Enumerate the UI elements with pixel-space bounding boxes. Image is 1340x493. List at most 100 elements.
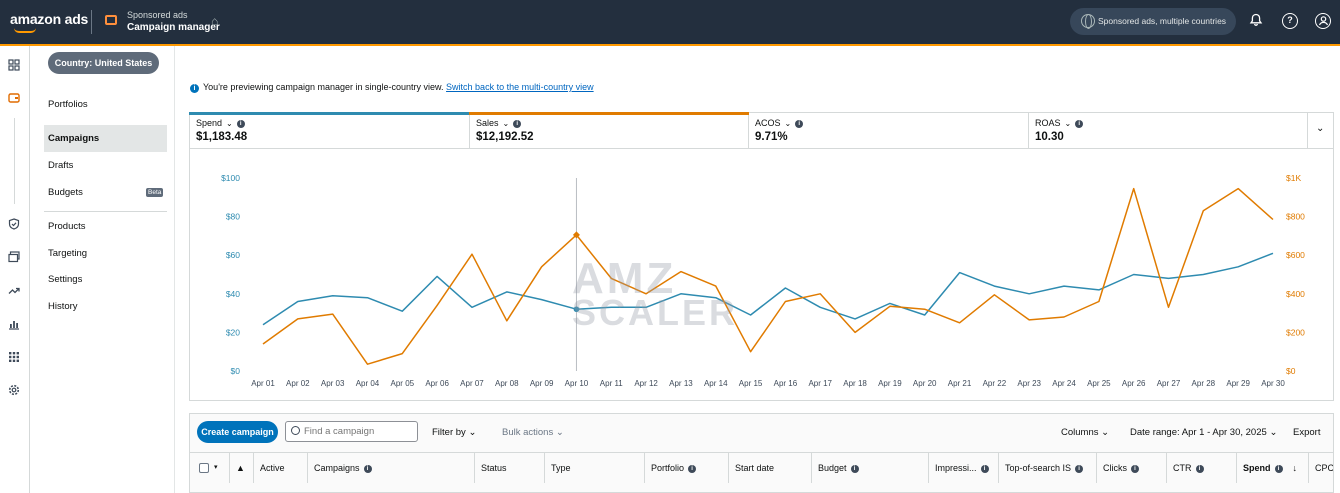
x-axis-tick-label: Apr 10 (565, 379, 589, 388)
x-axis-tick-label: Apr 13 (669, 379, 693, 388)
metric-value: $1,183.48 (196, 131, 248, 143)
header-label: CTR (1173, 463, 1192, 473)
metric-color-bar (189, 112, 470, 115)
warning-icon: ▲ (236, 463, 245, 473)
home-icon[interactable]: ⌂ (211, 14, 218, 28)
amazon-ads-logo[interactable]: amazon ads (10, 11, 88, 27)
chevron-down-icon[interactable]: ⌄ (503, 119, 510, 128)
settings-gear-icon[interactable] (7, 384, 21, 398)
bell-icon[interactable] (1248, 13, 1264, 29)
product-subtitle[interactable]: Campaign manager (127, 22, 220, 33)
x-axis-tick-label: Apr 30 (1261, 379, 1285, 388)
reports-icon[interactable] (7, 318, 21, 332)
right-axis-tick-label: $0 (1286, 366, 1296, 376)
header-ctr[interactable]: CTR i (1166, 453, 1236, 483)
preview-text: You're previewing campaign manager in si… (203, 82, 444, 92)
x-axis-tick-label: Apr 03 (321, 379, 345, 388)
metric-label: Sales (476, 118, 499, 128)
header-cpc[interactable]: CPC (1308, 453, 1333, 483)
header-top-of-search[interactable]: Top-of-search IS i (998, 453, 1096, 483)
right-axis-tick-label: $200 (1286, 327, 1305, 337)
trend-icon[interactable] (7, 284, 21, 298)
export-button[interactable]: Export (1293, 427, 1320, 438)
x-axis-tick-label: Apr 12 (634, 379, 658, 388)
metric-label: ACOS (755, 118, 781, 128)
sort-down-icon[interactable]: ↓ (1293, 463, 1298, 473)
date-range-dropdown[interactable]: Date range: Apr 1 - Apr 30, 2025 ⌄ (1130, 427, 1277, 438)
chevron-down-icon: ⌄ (468, 427, 477, 438)
header-clicks[interactable]: Clicks i (1096, 453, 1166, 483)
nav-item-targeting[interactable]: Targeting (48, 248, 87, 259)
switch-view-link[interactable]: Switch back to the multi-country view (446, 82, 594, 92)
select-all-checkbox[interactable] (199, 463, 209, 473)
nav-item-budgets[interactable]: Budgets (48, 187, 83, 198)
header-start-date[interactable]: Start date (728, 453, 811, 483)
x-axis-tick-label: Apr 20 (913, 379, 937, 388)
expand-metrics-chevron-icon[interactable]: ⌄ (1316, 123, 1324, 134)
x-axis-tick-label: Apr 04 (356, 379, 380, 388)
info-icon: i (1274, 464, 1283, 473)
metric-tile-spend[interactable]: Spend ⌄ i $1,183.48 (189, 112, 470, 149)
dashboard-icon[interactable] (7, 59, 21, 73)
product-title: Sponsored ads (127, 10, 188, 20)
header-label: Clicks (1103, 463, 1127, 473)
header-budget[interactable]: Budget i (811, 453, 928, 483)
beta-badge: Beta (146, 188, 164, 197)
account-label: Sponsored ads, multiple countries (1098, 16, 1227, 26)
hover-point-spend (573, 306, 580, 313)
x-axis-tick-label: Apr 11 (600, 379, 624, 388)
x-axis-tick-label: Apr 25 (1087, 379, 1111, 388)
campaign-manager-rail-icon[interactable] (7, 92, 21, 106)
nav-item-settings[interactable]: Settings (48, 274, 82, 285)
account-switcher[interactable]: Sponsored ads, multiple countries (1070, 8, 1236, 35)
header-portfolio[interactable]: Portfolio i (644, 453, 728, 483)
header-spend[interactable]: Spend i ↓ (1236, 453, 1308, 483)
x-axis-tick-label: Apr 29 (1226, 379, 1250, 388)
date-range-label: Date range: Apr 1 - Apr 30, 2025 (1130, 427, 1267, 438)
info-icon: i (688, 464, 697, 473)
metric-tile-acos[interactable]: ACOS ⌄ i 9.71% (749, 113, 1029, 149)
chevron-down-icon[interactable]: ▾ (214, 463, 218, 471)
x-axis-tick-label: Apr 24 (1052, 379, 1076, 388)
shield-icon[interactable] (7, 218, 21, 232)
x-axis-tick-label: Apr 18 (843, 379, 867, 388)
nav-item-portfolios[interactable]: Portfolios (48, 99, 88, 110)
info-icon: i (363, 464, 372, 473)
header-label: Campaigns (314, 463, 360, 473)
campaign-search[interactable] (285, 421, 418, 442)
header-type[interactable]: Type (544, 453, 644, 483)
info-icon: i (1131, 464, 1139, 473)
header-status[interactable]: Status (474, 453, 544, 483)
nav-item-products[interactable]: Products (48, 221, 86, 232)
header-campaigns[interactable]: Campaigns i (307, 453, 474, 483)
right-axis-tick-label: $1K (1286, 173, 1301, 183)
chevron-down-icon[interactable]: ⌄ (785, 119, 792, 128)
bulk-actions-dropdown[interactable]: Bulk actions ⌄ (502, 427, 564, 438)
nav-item-history[interactable]: History (48, 301, 78, 312)
nav-item-drafts[interactable]: Drafts (48, 160, 73, 171)
chart-area: $0 $20 $40 $60 $80 $100 $0 $200 $400 $600 $800 $1K A… (189, 149, 1334, 401)
header-active[interactable]: Active (253, 453, 307, 483)
help-icon[interactable]: ? (1282, 13, 1298, 29)
metric-tile-roas[interactable]: ROAS ⌄ i 10.30 (1029, 113, 1308, 149)
chevron-down-icon[interactable]: ⌄ (1065, 119, 1072, 128)
country-selector[interactable]: Country: United States (48, 52, 159, 74)
filter-by-dropdown[interactable]: Filter by ⌄ (432, 427, 476, 438)
header-impressions[interactable]: Impressi... i (928, 453, 998, 483)
search-input[interactable] (304, 426, 414, 437)
right-axis-tick-label: $400 (1286, 289, 1305, 299)
media-icon[interactable] (7, 251, 21, 265)
user-icon[interactable] (1315, 13, 1331, 29)
x-axis-tick-label: Apr 07 (460, 379, 484, 388)
x-axis-tick-label: Apr 27 (1157, 379, 1181, 388)
x-axis-tick-label: Apr 21 (948, 379, 972, 388)
metric-label: ROAS (1035, 118, 1061, 128)
metric-tile-sales[interactable]: Sales ⌄ i $12,192.52 (469, 112, 749, 149)
chevron-down-icon[interactable]: ⌄ (226, 119, 233, 128)
nav-item-campaigns[interactable]: Campaigns (48, 133, 99, 144)
columns-dropdown[interactable]: Columns ⌄ (1061, 427, 1109, 438)
search-icon (291, 426, 300, 435)
rail-divider (14, 118, 15, 204)
create-campaign-button[interactable]: Create campaign (197, 421, 278, 443)
apps-grid-icon[interactable] (7, 351, 21, 365)
